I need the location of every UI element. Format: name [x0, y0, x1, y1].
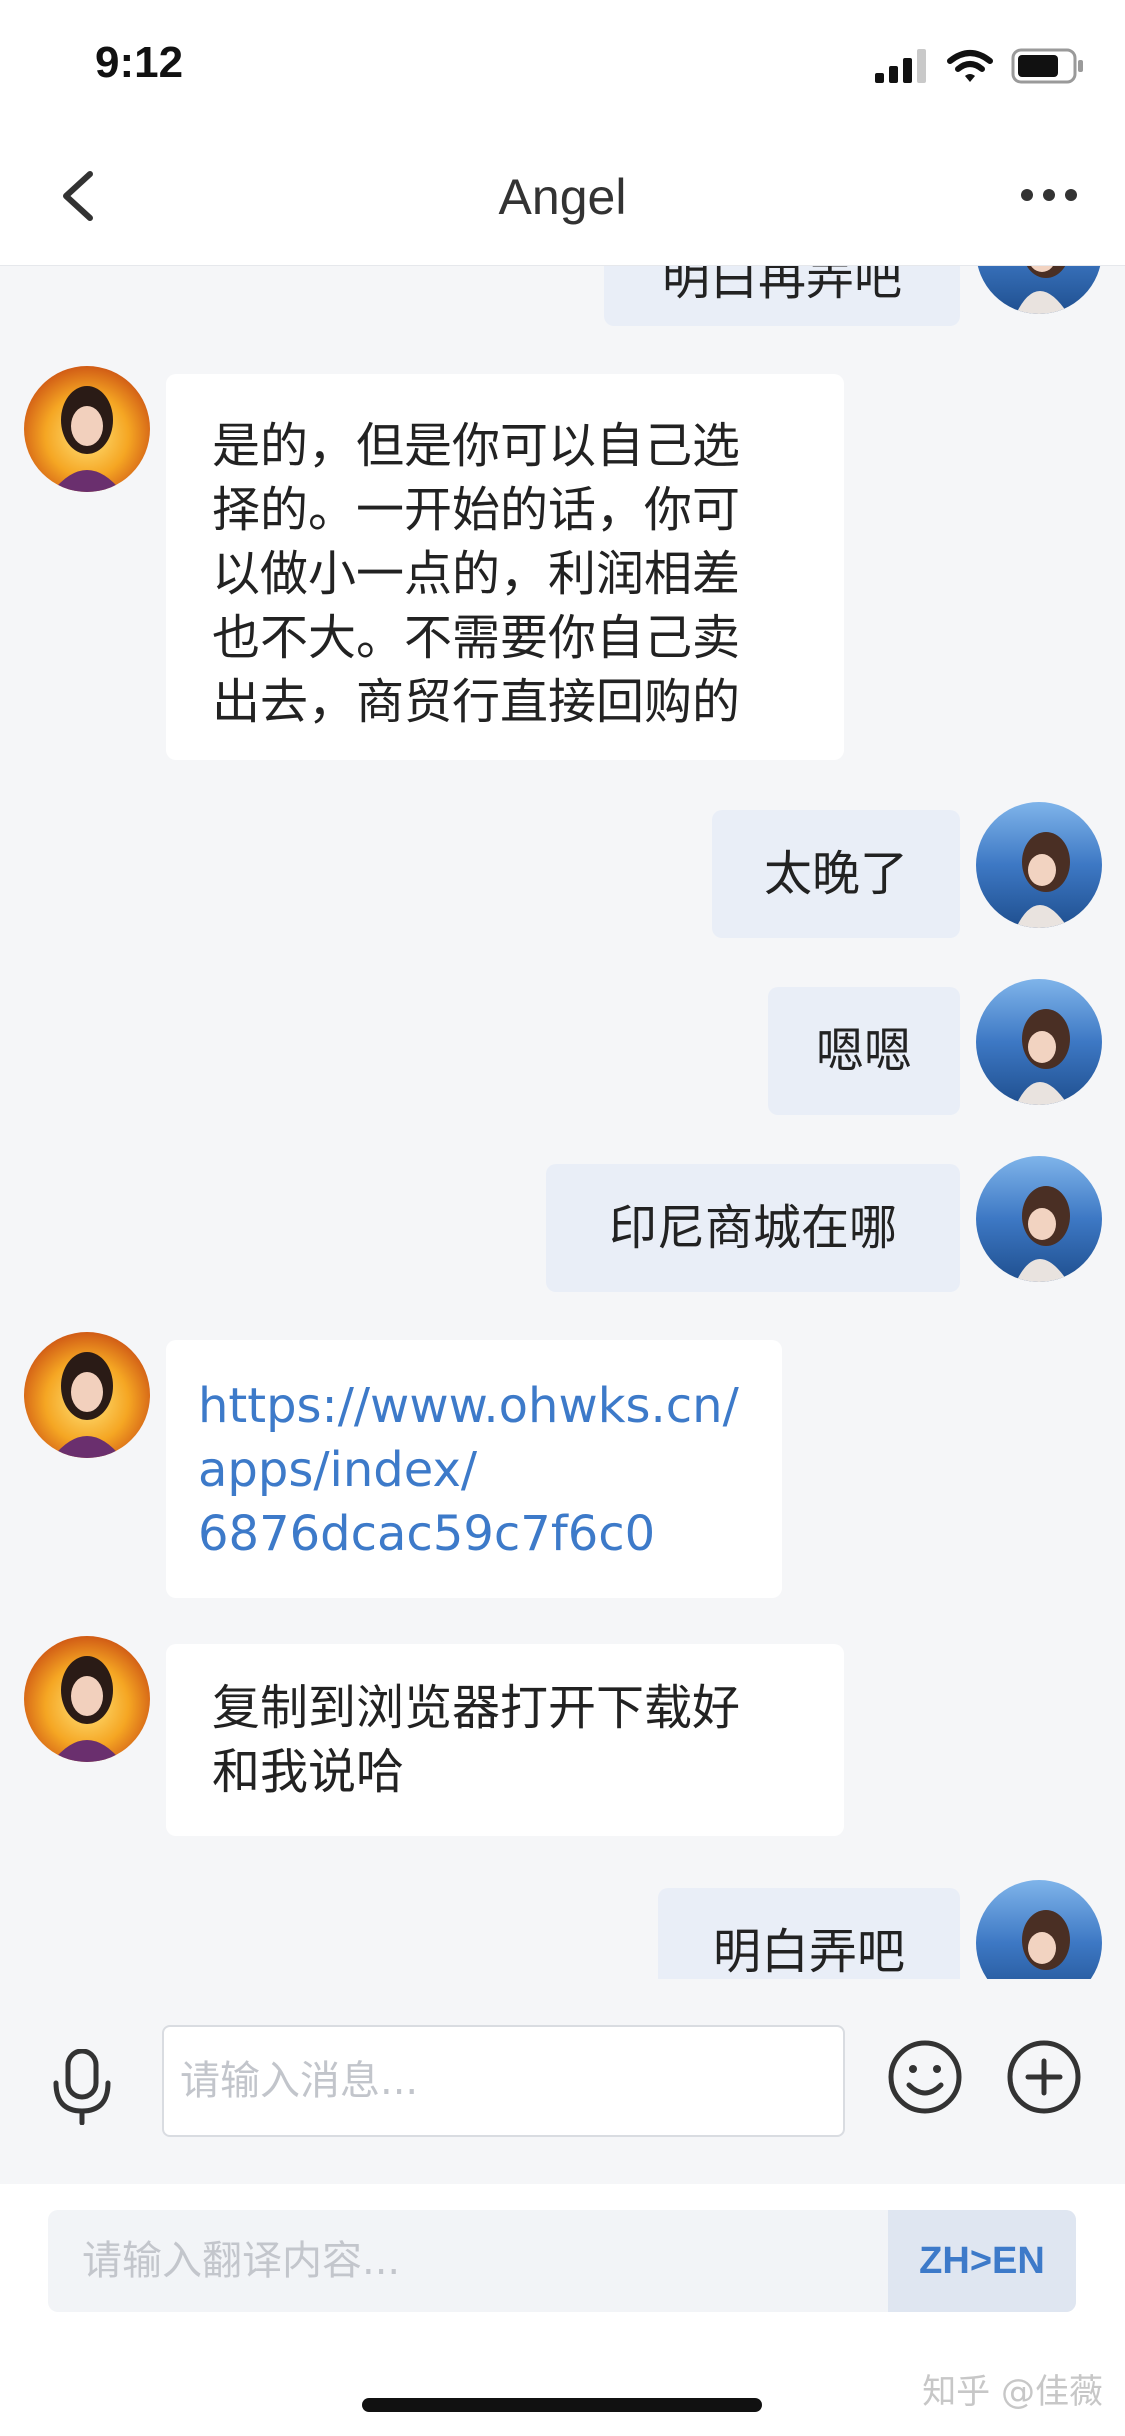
self-avatar-image	[976, 979, 1102, 1105]
message-input-bar	[0, 1979, 1125, 2184]
message-bubble-received[interactable]: 是的，但是你可以自己选 择的。一开始的话，你可 以做小一点的，利润相差 也不大。…	[166, 374, 844, 760]
message-input[interactable]	[162, 2025, 845, 2137]
home-indicator[interactable]	[362, 2398, 762, 2412]
self-avatar[interactable]	[976, 266, 1102, 314]
message-line: 复制到浏览器打开下载好	[212, 1680, 741, 1736]
watermark: 知乎 @佳薇	[922, 2372, 1103, 2412]
nav-bar: Angel	[0, 130, 1125, 266]
signal-icon	[875, 49, 926, 83]
message-text: 明白再弄吧	[661, 266, 902, 306]
message-text: 嗯嗯	[815, 1023, 912, 1079]
message-line: 择的。一开始的话，你可	[212, 482, 741, 538]
message-text: 印尼商城在哪	[608, 1200, 897, 1256]
translate-input[interactable]	[48, 2210, 888, 2312]
self-avatar[interactable]	[976, 1156, 1102, 1282]
status-time: 9:12	[95, 38, 184, 87]
emoji-icon[interactable]	[887, 2039, 963, 2115]
self-avatar[interactable]	[976, 802, 1102, 928]
home-indicator-area: 知乎 @佳薇	[0, 2336, 1125, 2436]
contact-avatar[interactable]	[24, 366, 150, 492]
self-avatar-image	[976, 1156, 1102, 1282]
message-line: 是的，但是你可以自己选	[212, 418, 741, 474]
self-avatar-image	[976, 1880, 1102, 1979]
message-line: 也不大。不需要你自己卖	[212, 610, 741, 666]
message-text: 太晚了	[763, 846, 908, 902]
contact-avatar-image	[24, 1636, 150, 1762]
chat-title: Angel	[498, 169, 627, 225]
message-link[interactable]: https://www.ohwks.cn/ apps/index/ 6876dc…	[198, 1374, 750, 1566]
message-line: 和我说哈	[212, 1744, 405, 1800]
contact-avatar-image	[24, 1332, 150, 1458]
self-avatar[interactable]	[976, 979, 1102, 1105]
link-line: 6876dcac59c7f6c0	[198, 1506, 656, 1562]
message-bubble-sent[interactable]: 明白再弄吧	[604, 266, 960, 326]
message-text: 明白弄吧	[712, 1924, 905, 1979]
self-avatar-image	[976, 266, 1102, 314]
message-bubble-received[interactable]: 复制到浏览器打开下载好 和我说哈	[166, 1644, 844, 1836]
add-attachment-icon[interactable]	[1006, 2039, 1082, 2115]
message-bubble-sent[interactable]: 嗯嗯	[768, 987, 960, 1115]
link-line: apps/index/	[198, 1442, 478, 1498]
language-toggle-button[interactable]: ZH>EN	[888, 2210, 1076, 2312]
battery-icon	[1011, 48, 1083, 84]
wifi-icon	[947, 50, 993, 82]
message-bubble-received[interactable]: https://www.ohwks.cn/ apps/index/ 6876dc…	[166, 1340, 782, 1598]
contact-avatar[interactable]	[24, 1332, 150, 1458]
message-bubble-sent[interactable]: 明白弄吧	[658, 1888, 960, 1979]
contact-avatar[interactable]	[24, 1636, 150, 1762]
translate-bar: ZH>EN	[0, 2184, 1125, 2336]
status-icons	[875, 48, 1085, 84]
self-avatar-image	[976, 802, 1102, 928]
microphone-icon[interactable]	[48, 2049, 116, 2125]
message-bubble-sent[interactable]: 印尼商城在哪	[546, 1164, 960, 1292]
translate-field-wrapper: ZH>EN	[48, 2210, 1076, 2312]
message-line: 出去，商贸行直接回购的	[212, 674, 741, 730]
link-line: https://www.ohwks.cn/	[198, 1378, 739, 1434]
chat-message-list[interactable]: 明白再弄吧 是的，但是你可以自己选 择的。一开始的话，你可 以做小一点的，利润相…	[0, 266, 1125, 1979]
more-options-icon[interactable]	[1019, 180, 1079, 210]
contact-avatar-image	[24, 366, 150, 492]
message-bubble-sent[interactable]: 太晚了	[712, 810, 960, 938]
status-bar: 9:12	[0, 0, 1125, 130]
self-avatar[interactable]	[976, 1880, 1102, 1979]
message-line: 以做小一点的，利润相差	[212, 546, 741, 602]
